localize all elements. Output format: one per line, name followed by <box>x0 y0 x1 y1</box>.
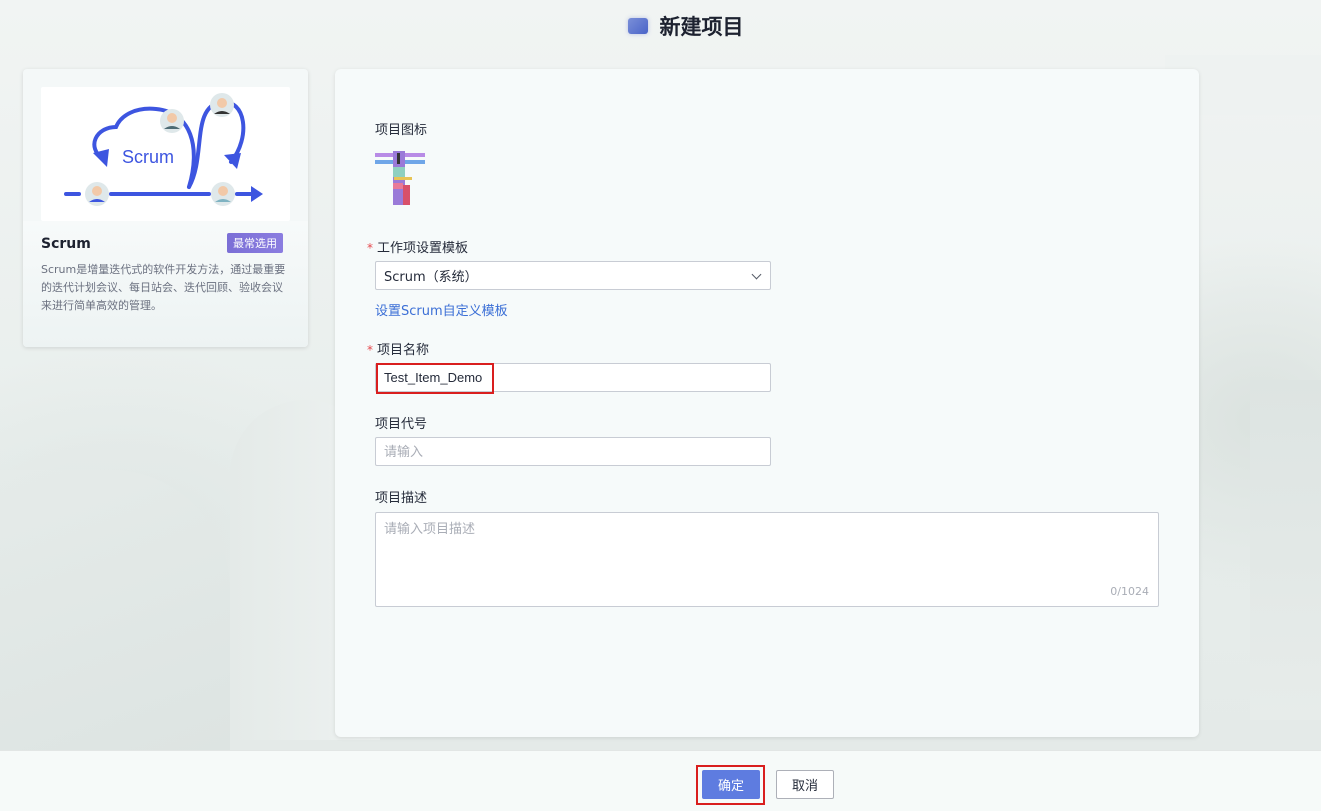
project-form: 项目图标 * 工作项设置模板 Scrum（系统） 设置Scrum自定义模板 * 项目… <box>335 69 1199 737</box>
template-description: Scrum是增量迭代式的软件开发方法，通过最重要的迭代计划会议、每日站会、迭代回… <box>41 263 286 312</box>
scrum-illustration-text: Scrum <box>122 147 174 167</box>
template-label-text: 工作项设置模板 <box>377 241 469 256</box>
scrum-cycle-icon: Scrum <box>64 93 263 206</box>
background-shape <box>0 470 230 750</box>
confirm-button[interactable]: 确定 <box>702 770 760 799</box>
template-name: Scrum <box>41 236 91 252</box>
template-select-value: Scrum（系统） <box>384 270 478 285</box>
custom-template-link[interactable]: 设置Scrum自定义模板 <box>375 300 508 319</box>
char-counter: 0/1024 <box>1110 585 1149 598</box>
code-label: 项目代号 <box>375 417 428 432</box>
desc-label: 项目描述 <box>375 491 428 506</box>
most-used-badge: 最常选用 <box>227 233 283 253</box>
background-shape <box>1250 380 1321 720</box>
template-card-scrum[interactable]: Scrum Scrum 最常选用 Scrum是增量迭代式的软件开发方法，通过最重… <box>23 69 308 347</box>
project-icon <box>627 18 648 34</box>
t-letter-icon <box>375 151 425 205</box>
project-code-input[interactable] <box>375 437 771 466</box>
page-header: 新建项目 <box>0 0 1321 52</box>
name-label: * 项目名称 <box>367 339 429 358</box>
template-label: * 工作项设置模板 <box>367 237 468 256</box>
chevron-down-icon <box>751 269 762 280</box>
name-label-text: 项目名称 <box>377 343 430 358</box>
required-mark: * <box>367 343 373 357</box>
project-description-textarea[interactable] <box>375 512 1159 607</box>
page-title: 新建项目 <box>659 15 744 39</box>
cancel-button[interactable]: 取消 <box>776 770 834 799</box>
project-name-input[interactable] <box>375 363 771 392</box>
template-info: Scrum 最常选用 Scrum是增量迭代式的软件开发方法，通过最重要的迭代计划… <box>23 221 308 347</box>
footer-bar: 确定 取消 <box>0 750 1321 811</box>
required-mark: * <box>367 241 373 255</box>
icon-label: 项目图标 <box>375 123 428 138</box>
template-select[interactable]: Scrum（系统） <box>375 261 771 290</box>
project-icon-picker[interactable] <box>375 151 427 205</box>
scrum-illustration: Scrum <box>41 87 290 221</box>
